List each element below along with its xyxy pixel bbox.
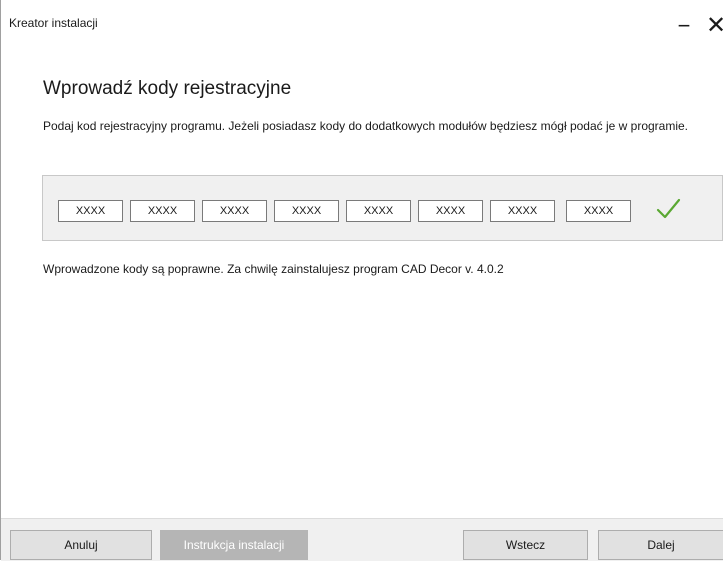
code-field-6[interactable]	[418, 200, 483, 222]
code-field-1[interactable]	[58, 200, 123, 222]
title-bar: Kreator instalacji − ✕	[1, 0, 723, 40]
page-heading: Wprowadź kody rejestracyjne	[43, 78, 292, 99]
checkmark-icon	[656, 198, 681, 219]
installer-window: Kreator instalacji − ✕ Wprowadź kody rej…	[0, 0, 723, 561]
window-title: Kreator instalacji	[9, 16, 98, 30]
code-field-3[interactable]	[202, 200, 267, 222]
cancel-button[interactable]: Anuluj	[10, 530, 152, 560]
next-button[interactable]: Dalej	[598, 530, 723, 560]
code-field-2[interactable]	[130, 200, 195, 222]
code-field-7[interactable]	[490, 200, 555, 222]
minimize-button[interactable]: −	[671, 12, 697, 40]
button-bar: Anuluj Instrukcja instalacji Wstecz Dale…	[1, 518, 723, 561]
back-button[interactable]: Wstecz	[463, 530, 588, 560]
code-field-5[interactable]	[346, 200, 411, 222]
close-button[interactable]: ✕	[703, 12, 723, 40]
page-description: Podaj kod rejestracyjny programu. Jeżeli…	[43, 119, 688, 133]
registration-code-panel	[42, 175, 723, 241]
code-field-8[interactable]	[566, 200, 631, 222]
code-field-4[interactable]	[274, 200, 339, 222]
validation-status: Wprowadzone kody są poprawne. Za chwilę …	[43, 262, 504, 276]
installation-manual-button[interactable]: Instrukcja instalacji	[160, 530, 308, 560]
